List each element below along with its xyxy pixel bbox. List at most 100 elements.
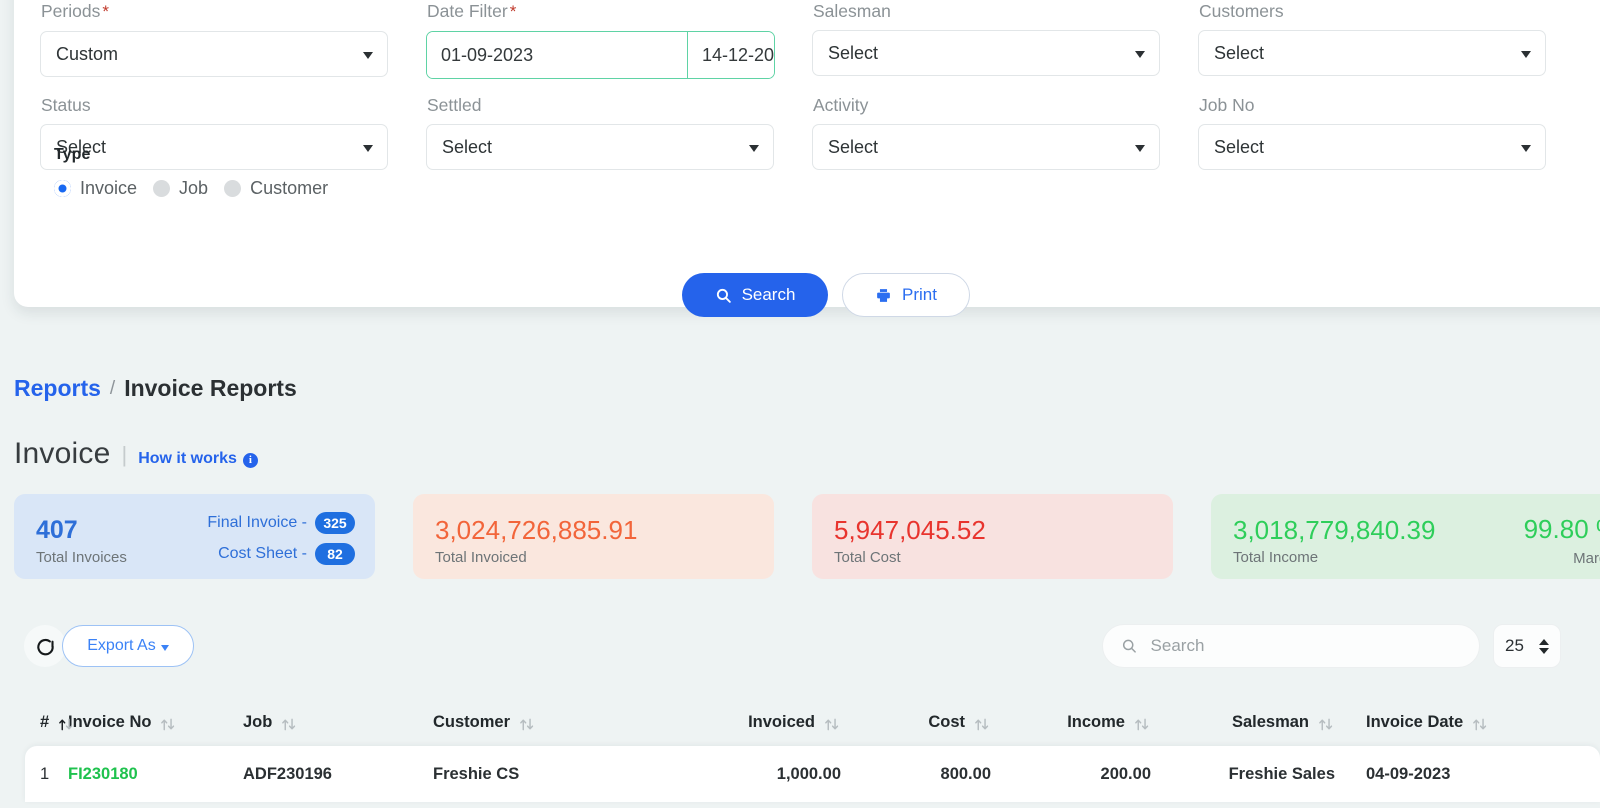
cell-invoiced: 1,000.00 <box>776 764 841 783</box>
field-label-salesman: Salesman <box>813 1 891 21</box>
field-label-periods: Periods * <box>41 0 388 23</box>
stat-label-total-invoiced: Total Invoiced <box>435 549 527 566</box>
cell-invoice-no[interactable]: FI230180 <box>68 765 243 784</box>
chevron-down-icon <box>1521 145 1531 152</box>
breadcrumb-link-reports[interactable]: Reports <box>14 375 101 402</box>
chevron-down-icon <box>363 52 373 59</box>
label-text: Periods <box>41 1 101 21</box>
how-it-works-link[interactable]: How it works i <box>138 450 258 468</box>
required-marker: * <box>509 2 517 21</box>
salesman-select-value: Select <box>828 42 879 63</box>
table-search[interactable] <box>1102 624 1480 668</box>
table-header-row: # Invoice No Job Customer Invoiced Cost … <box>0 698 1600 746</box>
search-button[interactable]: Search <box>682 273 828 317</box>
radio-customer-label: Customer <box>250 178 329 198</box>
radio-job[interactable]: Job <box>153 178 208 199</box>
cell-cost: 800.00 <box>940 764 991 783</box>
radio-job-label: Job <box>179 178 209 198</box>
radio-invoice-label: Invoice <box>80 178 138 198</box>
field-label-customers: Customers <box>1199 1 1284 21</box>
radio-dot-icon <box>224 180 242 197</box>
refresh-icon <box>36 638 54 655</box>
customers-select-value: Select <box>1214 42 1265 63</box>
cell-invoice-date: 04-09-2023 <box>1366 764 1451 783</box>
export-as-label: Export As <box>87 637 156 654</box>
field-settled: Settled Select <box>426 94 812 170</box>
column-header-customer[interactable]: Customer <box>433 713 678 732</box>
column-header-job-label: Job <box>243 712 273 731</box>
column-header-index[interactable]: # <box>26 713 73 732</box>
customers-select[interactable]: Select <box>1198 30 1546 76</box>
breakdown-final-invoice-label: Final Invoice - <box>207 514 307 531</box>
radio-dot-selected-icon <box>54 180 71 197</box>
date-range-input[interactable] <box>426 31 775 79</box>
column-header-invoiced[interactable]: Invoiced <box>678 713 863 732</box>
breadcrumb: Reports / Invoice Reports <box>14 375 297 402</box>
radio-customer[interactable]: Customer <box>224 178 328 199</box>
info-icon: i <box>242 452 258 468</box>
sort-icon <box>519 717 536 732</box>
sort-icon <box>281 717 298 732</box>
type-group-label: Type <box>54 146 91 163</box>
column-header-cost[interactable]: Cost <box>863 713 1013 732</box>
column-header-invoice-no[interactable]: Invoice No <box>68 713 243 732</box>
field-salesman: Salesman Select <box>812 0 1198 79</box>
stat-value-total-cost: 5,947,045.52 <box>834 515 986 545</box>
refresh-button[interactable] <box>24 625 66 667</box>
breakdown-cost-sheet-label: Cost Sheet - <box>218 545 307 562</box>
stat-card-total-cost: 5,947,045.52 Total Cost <box>812 494 1173 579</box>
table-search-input[interactable] <box>1148 635 1461 657</box>
type-options: Invoice Job Customer <box>54 178 344 199</box>
breakdown-cost-sheet: Cost Sheet - 82 <box>207 543 355 565</box>
date-to-input[interactable] <box>688 32 774 78</box>
cell-index: 1 <box>40 764 50 783</box>
print-button[interactable]: Print <box>842 273 970 317</box>
title-divider: | <box>121 442 128 467</box>
sort-icon <box>1472 717 1489 732</box>
page-size-value: 25 <box>1505 636 1524 655</box>
stat-label-total-cost: Total Cost <box>834 549 901 566</box>
settled-select-value: Select <box>442 136 493 157</box>
activity-select[interactable]: Select <box>812 124 1160 170</box>
breakdown-cost-sheet-count: 82 <box>315 543 355 565</box>
field-label-settled: Settled <box>427 95 482 115</box>
activity-select-value: Select <box>828 136 879 157</box>
sort-icon <box>1134 717 1151 732</box>
salesman-select[interactable]: Select <box>812 30 1160 76</box>
field-label-date-filter: Date Filter * <box>427 0 774 23</box>
search-icon <box>1122 639 1136 653</box>
search-icon <box>716 288 731 303</box>
field-date-filter: Date Filter * <box>426 0 812 79</box>
stat-card-total-invoices: 407 Total Invoices Final Invoice - 325 C… <box>14 494 375 579</box>
export-as-button[interactable]: Export As <box>62 625 194 667</box>
chevron-down-icon <box>160 645 169 651</box>
cell-income: 200.00 <box>1100 764 1151 783</box>
type-radio-group: Type Invoice Job Customer <box>54 146 344 199</box>
filter-panel: Periods* Custom Date Filter* Salesman Se… <box>14 0 1600 317</box>
radio-invoice[interactable]: Invoice <box>54 178 137 199</box>
column-header-income[interactable]: Income <box>1013 713 1173 732</box>
field-customers: Customers Select <box>1198 0 1584 79</box>
settled-select[interactable]: Select <box>426 124 774 170</box>
column-header-salesman[interactable]: Salesman <box>1173 713 1353 732</box>
cell-salesman: Freshie Sales <box>1228 764 1335 783</box>
job-no-select[interactable]: Select <box>1198 124 1546 170</box>
page-size-selector[interactable]: 25 <box>1493 624 1561 668</box>
column-header-invoice-date[interactable]: Invoice Date <box>1353 713 1538 732</box>
column-header-invoice-date-label: Invoice Date <box>1366 712 1464 731</box>
chevron-down-icon <box>1135 51 1145 58</box>
column-header-cost-label: Cost <box>928 712 965 731</box>
table-row[interactable]: 1 FI230180 ADF230196 Freshie CS 1,000.00… <box>25 746 1600 802</box>
sort-icon <box>58 717 75 732</box>
stat-margin: 99.80 % Margin <box>1524 514 1600 567</box>
periods-select[interactable]: Custom <box>40 31 388 77</box>
chevron-down-icon <box>1135 145 1145 152</box>
stat-value-margin: 99.80 % <box>1523 514 1600 544</box>
stat-card-total-invoiced: 3,024,726,885.91 Total Invoiced <box>413 494 774 579</box>
date-from-input[interactable] <box>427 32 688 78</box>
printer-icon <box>877 288 890 302</box>
invoice-table: # Invoice No Job Customer Invoiced Cost … <box>0 698 1600 802</box>
page-title: Invoice <box>14 437 111 470</box>
column-header-job[interactable]: Job <box>243 713 433 732</box>
chevron-down-icon <box>1521 51 1531 58</box>
